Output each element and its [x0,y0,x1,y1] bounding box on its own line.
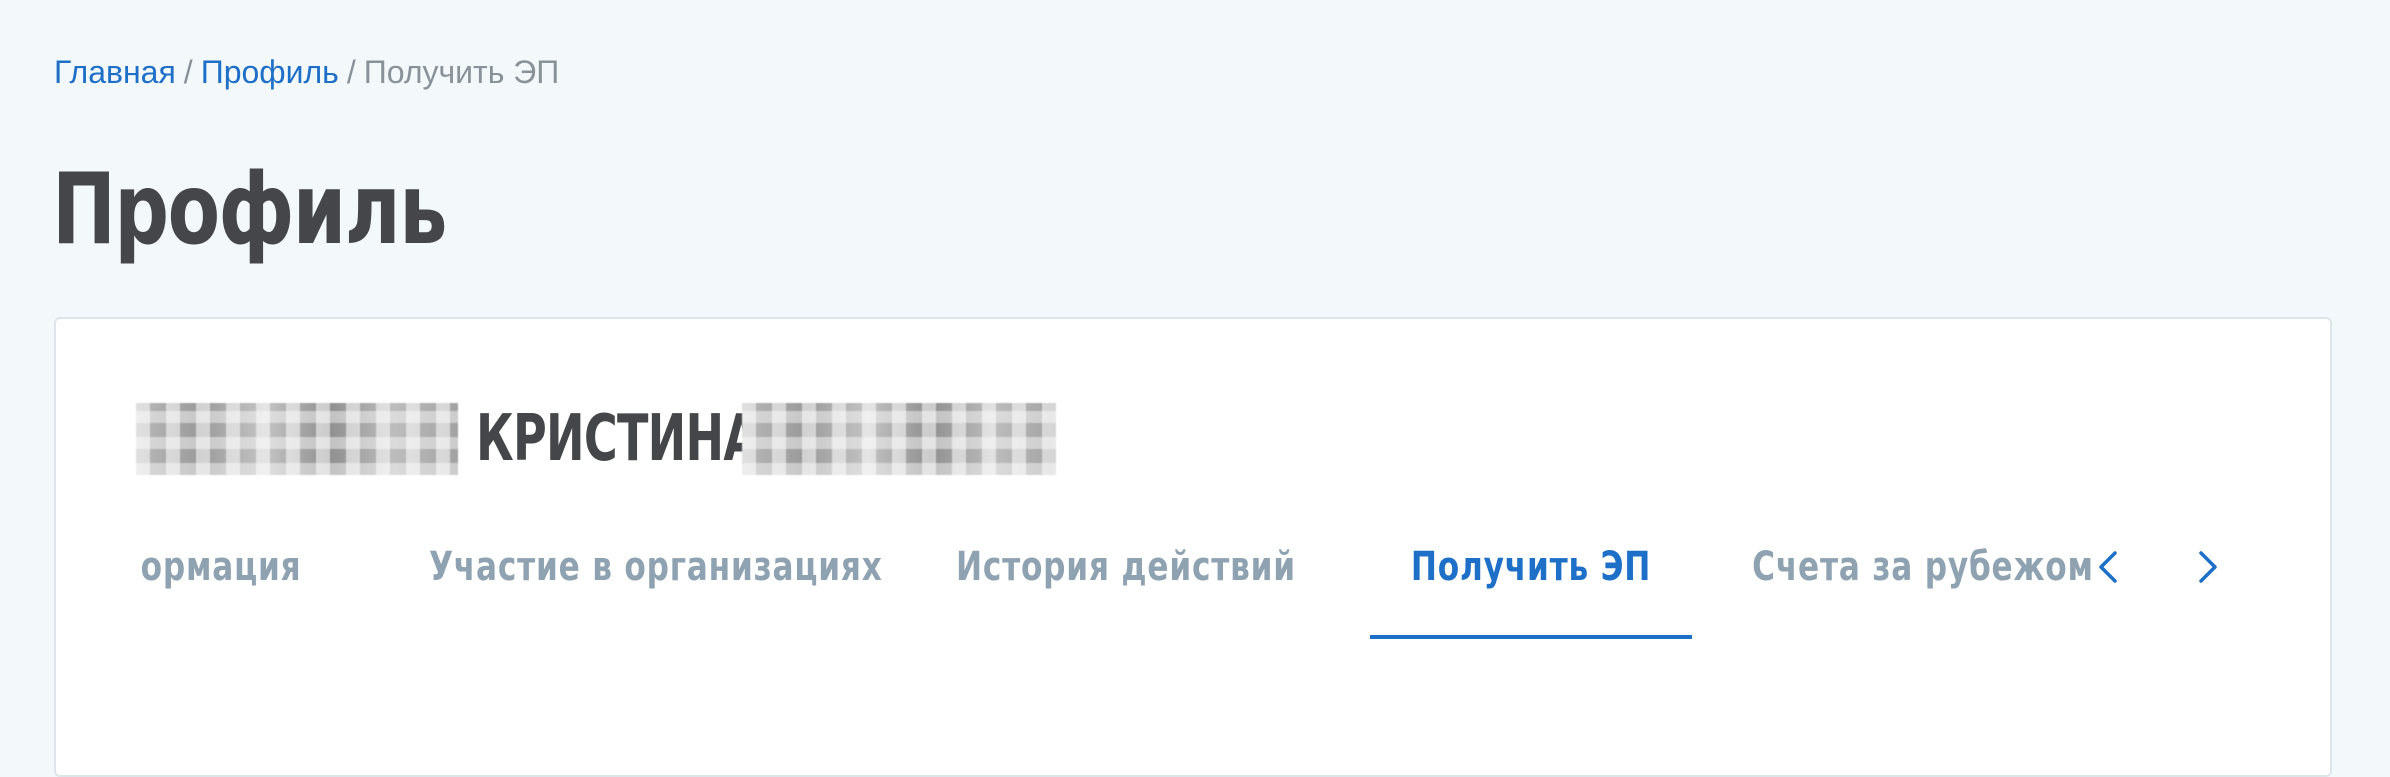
tab-action-history[interactable]: История действий [936,539,1316,639]
profile-tabs: ормация Участие в организациях История д… [136,539,2096,639]
breadcrumb-link-profile[interactable]: Профиль [201,54,339,90]
breadcrumb-separator: / [346,54,356,90]
tab-label: Получить ЭП [1410,544,1652,590]
tab-label: История действий [956,544,1296,590]
breadcrumb-link-home[interactable]: Главная [54,54,176,90]
tab-organizations[interactable]: Участие в организациях [416,539,896,639]
tab-label: Участие в организациях [429,544,883,590]
breadcrumb-separator: / [183,54,193,90]
breadcrumb-current: Получить ЭП [363,54,560,90]
breadcrumb: Главная / Профиль / Получить ЭП [54,50,559,94]
tab-get-ep[interactable]: Получить ЭП [1370,539,1692,639]
person-name: КРИСТИНА [136,399,1056,479]
redacted-last-name [136,403,458,475]
page-title: Профиль [52,153,448,267]
tab-label: ормация [140,544,302,590]
tab-foreign-accounts[interactable]: Счета за рубежом [1736,539,2096,639]
redacted-middle-name [742,403,1056,475]
tab-label: Счета за рубежом [1752,544,2094,590]
chevron-right-icon[interactable] [2186,547,2226,587]
tab-information[interactable]: ормация [136,539,366,639]
profile-card: КРИСТИНА ормация Участие в организациях … [54,317,2332,777]
chevron-left-icon[interactable] [2090,547,2130,587]
first-name: КРИСТИНА [476,402,759,476]
